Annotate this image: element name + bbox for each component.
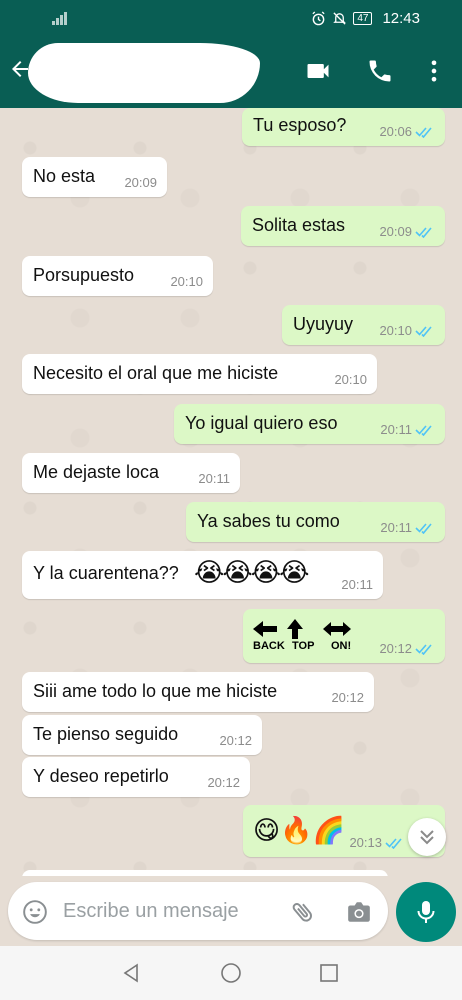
message-incoming[interactable]: Te pienso seguido 20:12 <box>22 715 262 755</box>
message-outgoing[interactable]: Uyuyuy 20:10 <box>282 305 445 345</box>
message-time: 20:13 <box>349 835 382 850</box>
message-text: Necesito el oral que me hiciste <box>33 363 279 383</box>
message-input[interactable]: Escribe un mensaje <box>8 882 388 940</box>
message-time: 20:10 <box>379 323 412 338</box>
mute-icon <box>333 12 347 25</box>
double-check-icon <box>415 424 432 436</box>
message-text: Y deseo repetirlo <box>33 766 169 786</box>
attach-icon[interactable] <box>290 899 316 925</box>
message-time: 20:06 <box>379 124 412 139</box>
double-check-icon <box>415 325 432 337</box>
more-vert-icon[interactable] <box>420 57 448 85</box>
system-nav-bar <box>0 946 462 1000</box>
message-text: Me dejaste loca <box>33 462 160 482</box>
emoji-message: 😋🔥🌈 <box>253 815 345 845</box>
message-outgoing[interactable]: Solita estas 20:09 <box>241 206 445 246</box>
message-time: 20:09 <box>124 175 157 190</box>
message-text: Tu esposo? <box>253 115 347 135</box>
message-text: Te pienso seguido <box>33 724 179 744</box>
contact-name-redacted[interactable] <box>28 43 260 103</box>
emoji-label-back: BACK <box>253 640 285 652</box>
message-text: Yo igual quiero eso <box>185 413 338 433</box>
message-text: Uyuyuy <box>293 314 354 334</box>
phone-icon[interactable] <box>366 57 394 85</box>
emoji-label-top: TOP <box>292 640 315 652</box>
message-outgoing[interactable]: Ya sabes tu como 20:11 <box>186 502 445 542</box>
alarm-icon <box>312 11 325 26</box>
message-outgoing[interactable]: Tu esposo? 20:06 <box>242 108 445 146</box>
message-text: Siii ame todo lo que me hiciste <box>33 681 278 701</box>
scroll-down-button[interactable] <box>408 818 446 856</box>
message-time: 20:10 <box>334 372 367 387</box>
message-incoming[interactable]: Me dejaste loca 20:11 <box>22 453 240 493</box>
mic-icon <box>417 901 435 923</box>
message-text: Porsupuesto <box>33 265 135 285</box>
double-check-icon <box>415 643 432 655</box>
emoji-icon[interactable] <box>22 899 48 925</box>
message-time: 20:09 <box>379 224 412 239</box>
message-text: Ya sabes tu como <box>197 511 340 531</box>
crying-emoji: 😭😭😭😭 <box>194 557 310 587</box>
battery-level: 47 <box>357 12 369 24</box>
message-time: 20:11 <box>198 471 230 486</box>
message-outgoing[interactable]: BACK TOP ON! 20:12 <box>243 609 445 663</box>
message-text: Y la cuarentena?? <box>33 563 179 583</box>
double-check-icon <box>415 126 432 138</box>
message-time: 20:12 <box>207 775 240 790</box>
clock: 12:43 <box>382 10 420 27</box>
camera-icon[interactable] <box>346 899 372 925</box>
nav-recents-icon[interactable] <box>318 962 340 984</box>
message-time: 20:12 <box>219 733 252 748</box>
message-time: 20:11 <box>380 422 412 437</box>
status-bar: 47 12:43 <box>0 0 462 35</box>
message-incoming[interactable]: Y la cuarentena?? 😭😭😭😭 20:11 <box>22 551 383 599</box>
video-call-icon[interactable] <box>304 57 332 85</box>
message-placeholder: Escribe un mensaje <box>63 900 239 922</box>
message-text: Solita estas <box>252 215 346 235</box>
message-time: 20:12 <box>331 690 364 705</box>
double-check-icon <box>385 837 402 849</box>
double-check-icon <box>415 522 432 534</box>
double-chevron-down-icon <box>420 830 434 845</box>
chat-header <box>0 35 462 108</box>
nav-home-icon[interactable] <box>220 962 242 984</box>
message-incoming[interactable]: Necesito el oral que me hiciste 20:10 <box>22 354 377 394</box>
message-text: No esta <box>33 166 96 186</box>
mic-button[interactable] <box>396 882 456 942</box>
battery-icon: 47 <box>353 12 373 25</box>
signal-icon <box>52 11 70 25</box>
message-incoming[interactable]: No esta 20:09 <box>22 157 167 197</box>
message-incoming[interactable]: Siii ame todo lo que me hiciste 20:12 <box>22 672 374 712</box>
emoji-label-on: ON! <box>331 640 352 652</box>
nav-back-icon[interactable] <box>120 962 142 984</box>
message-time: 20:11 <box>380 520 412 535</box>
double-check-icon <box>415 226 432 238</box>
message-time: 20:10 <box>170 274 203 289</box>
message-outgoing[interactable]: Yo igual quiero eso 20:11 <box>174 404 445 444</box>
message-time: 20:11 <box>341 577 373 592</box>
message-time: 20:12 <box>379 641 412 656</box>
chat-area[interactable]: Tu esposo? 20:06 No esta 20:09 Solita es… <box>0 108 462 876</box>
message-incoming[interactable]: Y deseo repetirlo 20:12 <box>22 757 250 797</box>
message-incoming[interactable]: Porsupuesto 20:10 <box>22 256 213 296</box>
compose-bar: Escribe un mensaje <box>0 876 462 946</box>
